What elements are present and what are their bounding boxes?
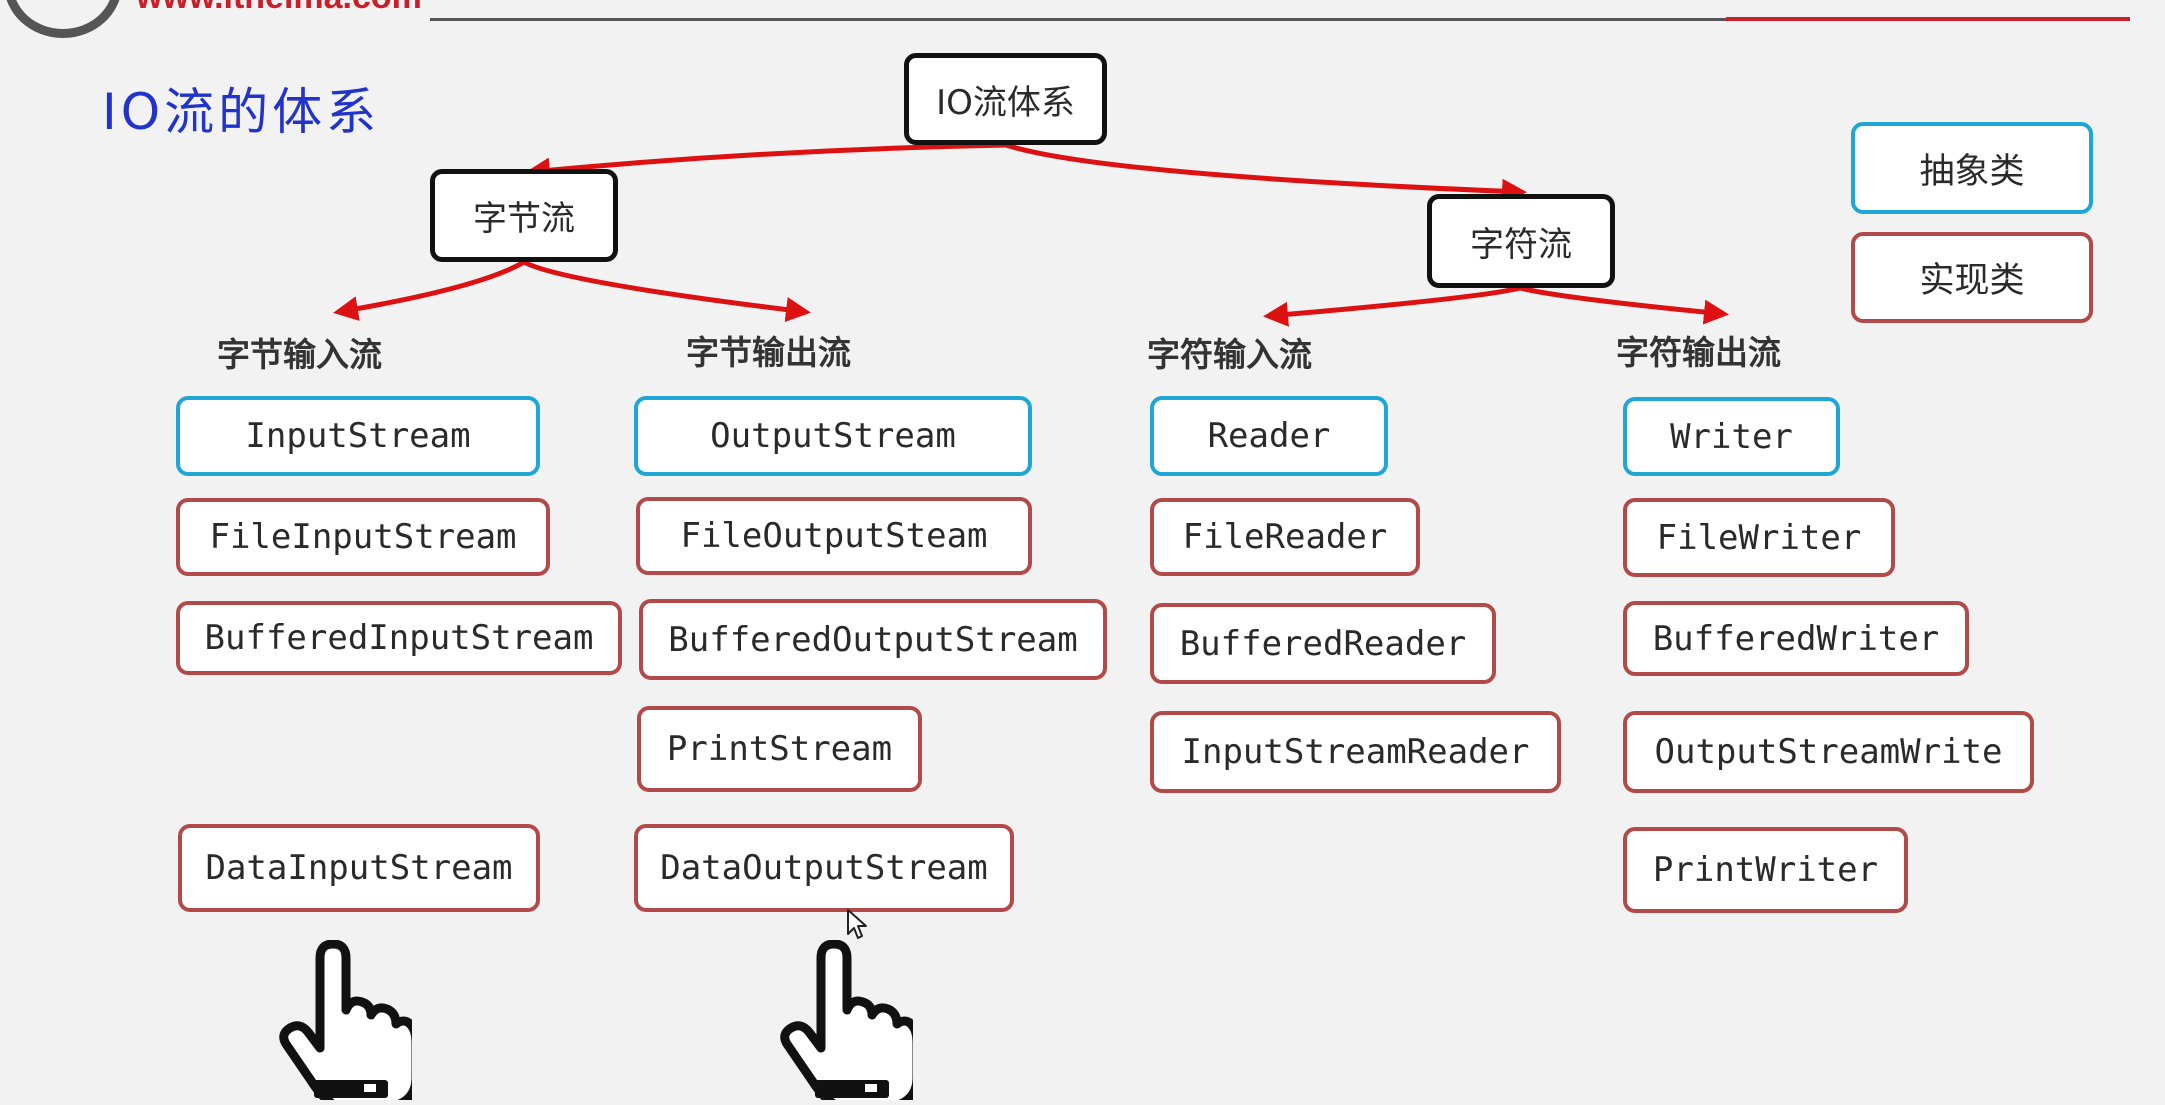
arrow-byte-to-output <box>522 259 811 322</box>
class-box-impl: DataInputStream <box>178 824 540 912</box>
class-box-impl: DataOutputStream <box>634 824 1014 912</box>
arrow-char-to-output <box>1519 285 1729 325</box>
class-box-impl: BufferedOutputStream <box>639 599 1107 680</box>
arrow-root-to-byte <box>525 142 1007 183</box>
pointing-hand-icon <box>780 940 913 1100</box>
class-box-impl: BufferedWriter <box>1623 601 1969 676</box>
category-label-char-output: 字符输出流 <box>1616 333 1781 372</box>
branch-byte-stream: 字节流 <box>430 169 618 262</box>
legend-abstract: 抽象类 <box>1851 122 2093 214</box>
class-box-impl: BufferedInputStream <box>176 601 622 675</box>
pointing-hand-icon <box>279 940 412 1100</box>
arrow-byte-to-input <box>333 259 526 321</box>
category-label-char-input: 字符输入流 <box>1147 335 1312 374</box>
arrow-root-to-char <box>1005 142 1527 204</box>
class-box-impl: FileReader <box>1150 498 1420 576</box>
category-label-byte-output: 字节输出流 <box>686 333 851 372</box>
class-box-impl: OutputStreamWrite <box>1623 711 2034 793</box>
class-box-impl: PrintStream <box>637 706 922 792</box>
arrow-char-to-input <box>1263 285 1521 327</box>
category-label-byte-input: 字节输入流 <box>217 335 382 374</box>
class-box-abstract: OutputStream <box>634 396 1032 476</box>
legend-implementation: 实现类 <box>1851 232 2093 323</box>
class-box-impl: FileWriter <box>1623 498 1895 577</box>
class-box-abstract: Writer <box>1623 397 1840 476</box>
class-box-impl: FileOutputSteam <box>636 497 1032 575</box>
branch-char-stream: 字符流 <box>1427 194 1615 288</box>
class-box-impl: BufferedReader <box>1150 603 1496 684</box>
class-box-impl: InputStreamReader <box>1150 711 1561 793</box>
root-node: IO流体系 <box>904 53 1107 145</box>
class-box-abstract: InputStream <box>176 396 540 476</box>
class-box-impl: FileInputStream <box>176 498 550 576</box>
mouse-cursor-icon <box>847 909 867 939</box>
class-box-abstract: Reader <box>1150 396 1388 476</box>
class-box-impl: PrintWriter <box>1623 827 1908 913</box>
